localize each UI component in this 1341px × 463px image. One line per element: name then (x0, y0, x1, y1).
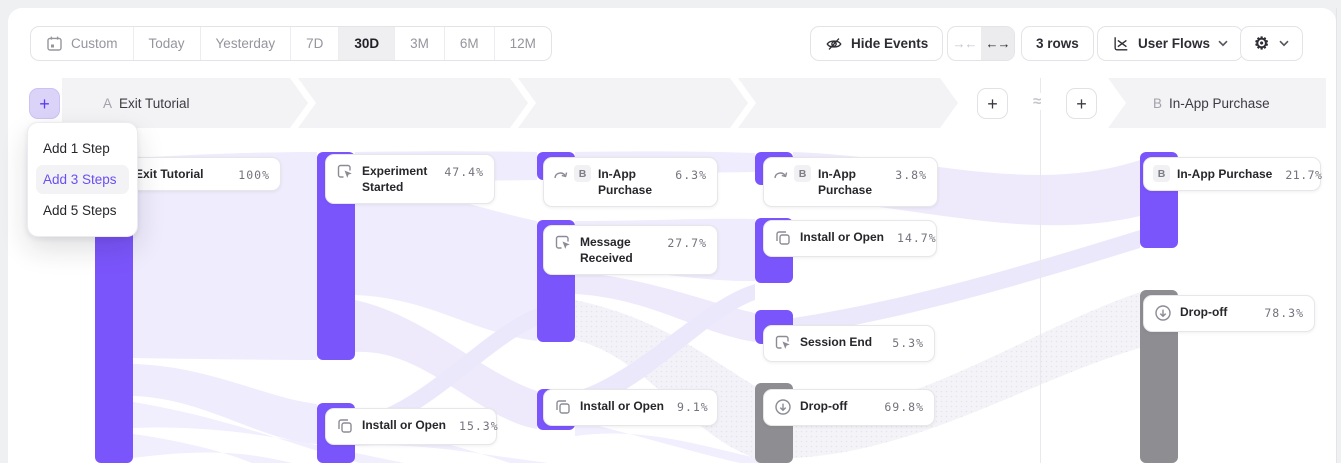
menu-item-add-5-steps[interactable]: Add 5 Steps (36, 196, 129, 225)
drop-off-icon (1153, 303, 1173, 323)
flow-node-experiment-started[interactable]: Experiment Started 47.4% (325, 154, 495, 204)
flow-node-session-end[interactable]: Session End 5.3% (763, 325, 935, 362)
b-badge: B (794, 165, 811, 182)
add-step-menu: Add 1 Step Add 3 Steps Add 5 Steps (27, 122, 138, 237)
flow-node-in-app-purchase-6[interactable]: B In-App Purchase 6.3% (543, 157, 718, 207)
eye-off-icon (825, 35, 843, 53)
b-badge: B (1153, 165, 1170, 182)
date-range-30d[interactable]: 30D (339, 27, 395, 60)
collapse-width-button[interactable]: →← (948, 27, 981, 60)
step-b-badge: B (1153, 96, 1162, 111)
add-step-button-left[interactable]: + (29, 88, 60, 119)
date-range-6m[interactable]: 6M (445, 27, 495, 60)
menu-item-add-3-steps[interactable]: Add 3 Steps (36, 165, 129, 194)
curved-arrow-icon (553, 167, 569, 181)
flow-node-in-app-purchase-21[interactable]: B In-App Purchase 21.7% (1143, 157, 1321, 191)
date-range-12m[interactable]: 12M (495, 27, 551, 60)
flow-node-drop-off-69[interactable]: Drop-off 69.8% (763, 389, 935, 426)
step-band-segment (738, 78, 958, 128)
section-divider-line (1040, 78, 1041, 463)
calendar-icon (46, 35, 63, 52)
date-range-yesterday[interactable]: Yesterday (201, 27, 292, 60)
cursor-click-icon (553, 233, 573, 253)
add-step-button-section-a-end[interactable]: + (977, 88, 1008, 119)
section-break-symbol: ≈ (1030, 93, 1044, 110)
flow-node-exit-tutorial[interactable]: Exit Tutorial 100% (125, 157, 281, 191)
settings-dropdown[interactable]: ⚙ (1240, 26, 1303, 61)
step-header-band (0, 78, 1341, 128)
b-badge: B (574, 165, 591, 182)
expand-width-button[interactable]: ←→ (981, 27, 1014, 60)
cursor-click-icon (335, 162, 355, 182)
step-band-segment (518, 78, 748, 128)
width-toggle-control: →← ←→ (947, 26, 1015, 61)
step-a-header[interactable]: A Exit Tutorial (103, 95, 190, 111)
date-range-3m[interactable]: 3M (395, 27, 445, 60)
step-b-header[interactable]: B In-App Purchase (1153, 95, 1270, 111)
user-flows-icon (1112, 35, 1130, 53)
user-flows-page: Custom Today Yesterday 7D 30D 3M 6M 12M … (0, 0, 1341, 463)
step-a-title: Exit Tutorial (119, 96, 190, 111)
rows-label: 3 rows (1036, 36, 1079, 51)
chevron-down-icon (1279, 40, 1289, 47)
hide-events-button[interactable]: Hide Events (810, 26, 943, 61)
flow-node-message-received[interactable]: Message Received 27.7% (543, 225, 718, 275)
date-range-today[interactable]: Today (134, 27, 201, 60)
flow-node-install-or-open-15[interactable]: Install or Open 15.3% (325, 408, 497, 445)
gear-icon: ⚙ (1254, 35, 1269, 52)
date-range-label: Custom (71, 36, 118, 51)
view-selector-dropdown[interactable]: User Flows (1097, 26, 1243, 61)
flow-node-install-or-open-14[interactable]: Install or Open 14.7% (763, 220, 937, 257)
step-band-segment (298, 78, 528, 128)
rows-button[interactable]: 3 rows (1021, 26, 1094, 61)
step-a-badge: A (103, 96, 112, 111)
chevron-down-icon (1218, 40, 1228, 47)
hide-events-label: Hide Events (851, 36, 928, 51)
flow-node-install-or-open-9[interactable]: Install or Open 9.1% (543, 389, 718, 426)
menu-item-add-1-step[interactable]: Add 1 Step (36, 134, 129, 163)
install-icon (335, 416, 355, 436)
flow-node-drop-off-78[interactable]: Drop-off 78.3% (1143, 295, 1315, 332)
drop-off-icon (773, 397, 793, 417)
curved-arrow-icon (773, 167, 789, 181)
panel-right-edge (1336, 8, 1337, 463)
view-selector-label: User Flows (1138, 36, 1210, 51)
date-range-control: Custom Today Yesterday 7D 30D 3M 6M 12M (30, 26, 552, 61)
install-icon (773, 228, 793, 248)
flow-node-in-app-purchase-3[interactable]: B In-App Purchase 3.8% (763, 157, 938, 207)
date-range-custom[interactable]: Custom (31, 27, 134, 60)
step-b-title: In-App Purchase (1169, 96, 1270, 111)
cursor-click-icon (773, 333, 793, 353)
date-range-7d[interactable]: 7D (291, 27, 339, 60)
install-icon (553, 397, 573, 417)
add-step-button-section-b-start[interactable]: + (1066, 88, 1097, 119)
